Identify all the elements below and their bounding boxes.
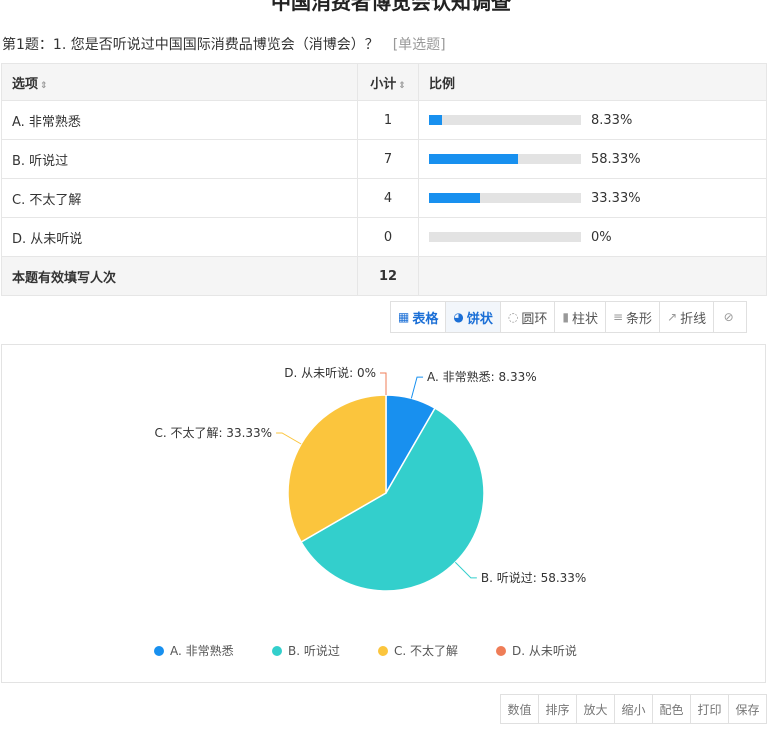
pie-icon: ◕ bbox=[453, 310, 464, 324]
column-chart-button[interactable]: ▮ 柱状 bbox=[555, 302, 606, 332]
column-icon: ▮ bbox=[562, 310, 569, 324]
question-title: 第1题：1. 您是否听说过中国国际消费品博览会（消博会）？ [单选题] bbox=[2, 34, 446, 54]
slice-label: B. 听说过: 58.33% bbox=[481, 570, 586, 585]
header-option-label: 选项 bbox=[12, 76, 39, 92]
ring-icon: ◌ bbox=[507, 310, 519, 324]
table-row: B. 听说过 7 58.33% bbox=[1, 139, 767, 179]
question-text: 第1题：1. 您是否听说过中国国际消费品博览会（消博会）？ bbox=[2, 37, 379, 53]
values-button[interactable]: 数值 bbox=[501, 695, 539, 723]
ring-chart-button[interactable]: ◌ 圆环 bbox=[501, 302, 556, 332]
row-option: A. 非常熟悉 bbox=[1, 100, 358, 140]
legend-item[interactable]: C. 不太了解 bbox=[378, 643, 458, 658]
legend-item[interactable]: D. 从未听说 bbox=[496, 643, 577, 658]
slice-label: D. 从未听说: 0% bbox=[284, 365, 376, 380]
sort-icon[interactable]: ⇕ bbox=[398, 81, 406, 91]
legend-item[interactable]: A. 非常熟悉 bbox=[154, 643, 234, 658]
total-label: 本题有效填写人次 bbox=[1, 256, 358, 296]
line-icon: ↗ bbox=[667, 310, 678, 324]
ratio-bar-track bbox=[429, 193, 581, 203]
legend-label: B. 听说过 bbox=[288, 643, 340, 658]
print-button[interactable]: 打印 bbox=[691, 695, 729, 723]
pie-chart: A. 非常熟悉: 8.33% B. 听说过: 58.33% C. 不太了解: 33.… bbox=[154, 365, 586, 658]
row-ratio: 33.33% bbox=[418, 178, 767, 218]
header-option[interactable]: 选项 ⇕ bbox=[1, 63, 358, 101]
row-ratio: 8.33% bbox=[418, 100, 767, 140]
chart-bottom-toolbar: 数值 排序 放大 缩小 配色 打印 保存 bbox=[500, 694, 767, 724]
bar-chart-label: 条形 bbox=[626, 311, 653, 327]
legend-marker bbox=[272, 646, 282, 656]
ratio-bar-track bbox=[429, 115, 581, 125]
row-option: C. 不太了解 bbox=[1, 178, 358, 218]
label-leader-line bbox=[276, 432, 302, 445]
pie-chart-button[interactable]: ◕ 饼状 bbox=[446, 302, 501, 332]
table-header-row: 选项 ⇕ 小计 ⇕ 比例 bbox=[1, 63, 767, 101]
sort-icon[interactable]: ⇕ bbox=[40, 81, 48, 91]
table-row: D. 从未听说 0 0% bbox=[1, 217, 767, 257]
header-ratio-label: 比例 bbox=[429, 76, 456, 92]
slice-label: A. 非常熟悉: 8.33% bbox=[427, 369, 537, 384]
hide-chart-icon: ⊘ bbox=[723, 310, 734, 324]
bar-icon: ≡ bbox=[612, 310, 624, 324]
ratio-label: 58.33% bbox=[591, 151, 641, 167]
ratio-bar-track bbox=[429, 154, 581, 164]
header-count[interactable]: 小计 ⇕ bbox=[357, 63, 419, 101]
line-chart-label: 折线 bbox=[680, 311, 707, 327]
line-chart-button[interactable]: ↗ 折线 bbox=[660, 302, 715, 332]
legend-label: A. 非常熟悉 bbox=[170, 643, 234, 658]
table-total-row: 本题有效填写人次 12 bbox=[1, 256, 767, 296]
page-title: 中国消费者博览会认知调查 bbox=[271, 0, 511, 14]
ratio-label: 8.33% bbox=[591, 112, 633, 128]
table-icon: ▦ bbox=[398, 310, 410, 324]
sort-button[interactable]: 排序 bbox=[539, 695, 577, 723]
row-ratio: 58.33% bbox=[418, 139, 767, 179]
label-leader-line bbox=[454, 561, 477, 579]
legend-marker bbox=[496, 646, 506, 656]
stats-table: 选项 ⇕ 小计 ⇕ 比例 A. 非常熟悉 1 8.33% B. 听说过 7 58.3… bbox=[1, 63, 767, 296]
row-count: 7 bbox=[357, 139, 419, 179]
row-count: 1 bbox=[357, 100, 419, 140]
ratio-bar-fill bbox=[429, 193, 480, 203]
row-option: D. 从未听说 bbox=[1, 217, 358, 257]
bar-chart-button[interactable]: ≡ 条形 bbox=[606, 302, 661, 332]
zoom-out-button[interactable]: 缩小 bbox=[615, 695, 653, 723]
legend-label: D. 从未听说 bbox=[512, 643, 577, 658]
save-button[interactable]: 保存 bbox=[729, 695, 766, 723]
label-leader-line bbox=[410, 376, 424, 399]
row-count: 4 bbox=[357, 178, 419, 218]
legend-item[interactable]: B. 听说过 bbox=[272, 643, 340, 658]
row-ratio: 0% bbox=[418, 217, 767, 257]
row-count: 0 bbox=[357, 217, 419, 257]
zoom-in-button[interactable]: 放大 bbox=[577, 695, 615, 723]
total-empty bbox=[418, 256, 767, 296]
table-view-label: 表格 bbox=[412, 311, 439, 327]
ratio-label: 0% bbox=[591, 229, 612, 245]
question-type: [单选题] bbox=[392, 37, 446, 53]
total-count: 12 bbox=[357, 256, 419, 296]
ratio-label: 33.33% bbox=[591, 190, 641, 206]
color-scheme-button[interactable]: 配色 bbox=[653, 695, 691, 723]
header-count-label: 小计 bbox=[370, 76, 397, 92]
table-row: C. 不太了解 4 33.33% bbox=[1, 178, 767, 218]
ratio-bar-fill bbox=[429, 154, 518, 164]
chart-container: A. 非常熟悉: 8.33% B. 听说过: 58.33% C. 不太了解: 33.… bbox=[1, 344, 766, 683]
column-chart-label: 柱状 bbox=[571, 311, 598, 327]
legend-marker bbox=[154, 646, 164, 656]
ring-chart-label: 圆环 bbox=[521, 311, 548, 327]
row-option: B. 听说过 bbox=[1, 139, 358, 179]
chart-type-toolbar: ▦ 表格 ◕ 饼状 ◌ 圆环 ▮ 柱状 ≡ 条形 ↗ 折线 ⊘ bbox=[390, 301, 748, 333]
header-ratio: 比例 bbox=[418, 63, 767, 101]
ratio-bar-track bbox=[429, 232, 581, 242]
slice-label: C. 不太了解: 33.33% bbox=[154, 425, 272, 440]
ratio-bar-fill bbox=[429, 115, 442, 125]
legend-label: C. 不太了解 bbox=[394, 643, 458, 658]
hide-chart-button[interactable]: ⊘ bbox=[714, 302, 746, 332]
table-row: A. 非常熟悉 1 8.33% bbox=[1, 100, 767, 140]
pie-chart-label: 饼状 bbox=[466, 311, 493, 327]
table-view-button[interactable]: ▦ 表格 bbox=[391, 302, 447, 332]
legend-marker bbox=[378, 646, 388, 656]
label-leader-line bbox=[380, 372, 387, 395]
